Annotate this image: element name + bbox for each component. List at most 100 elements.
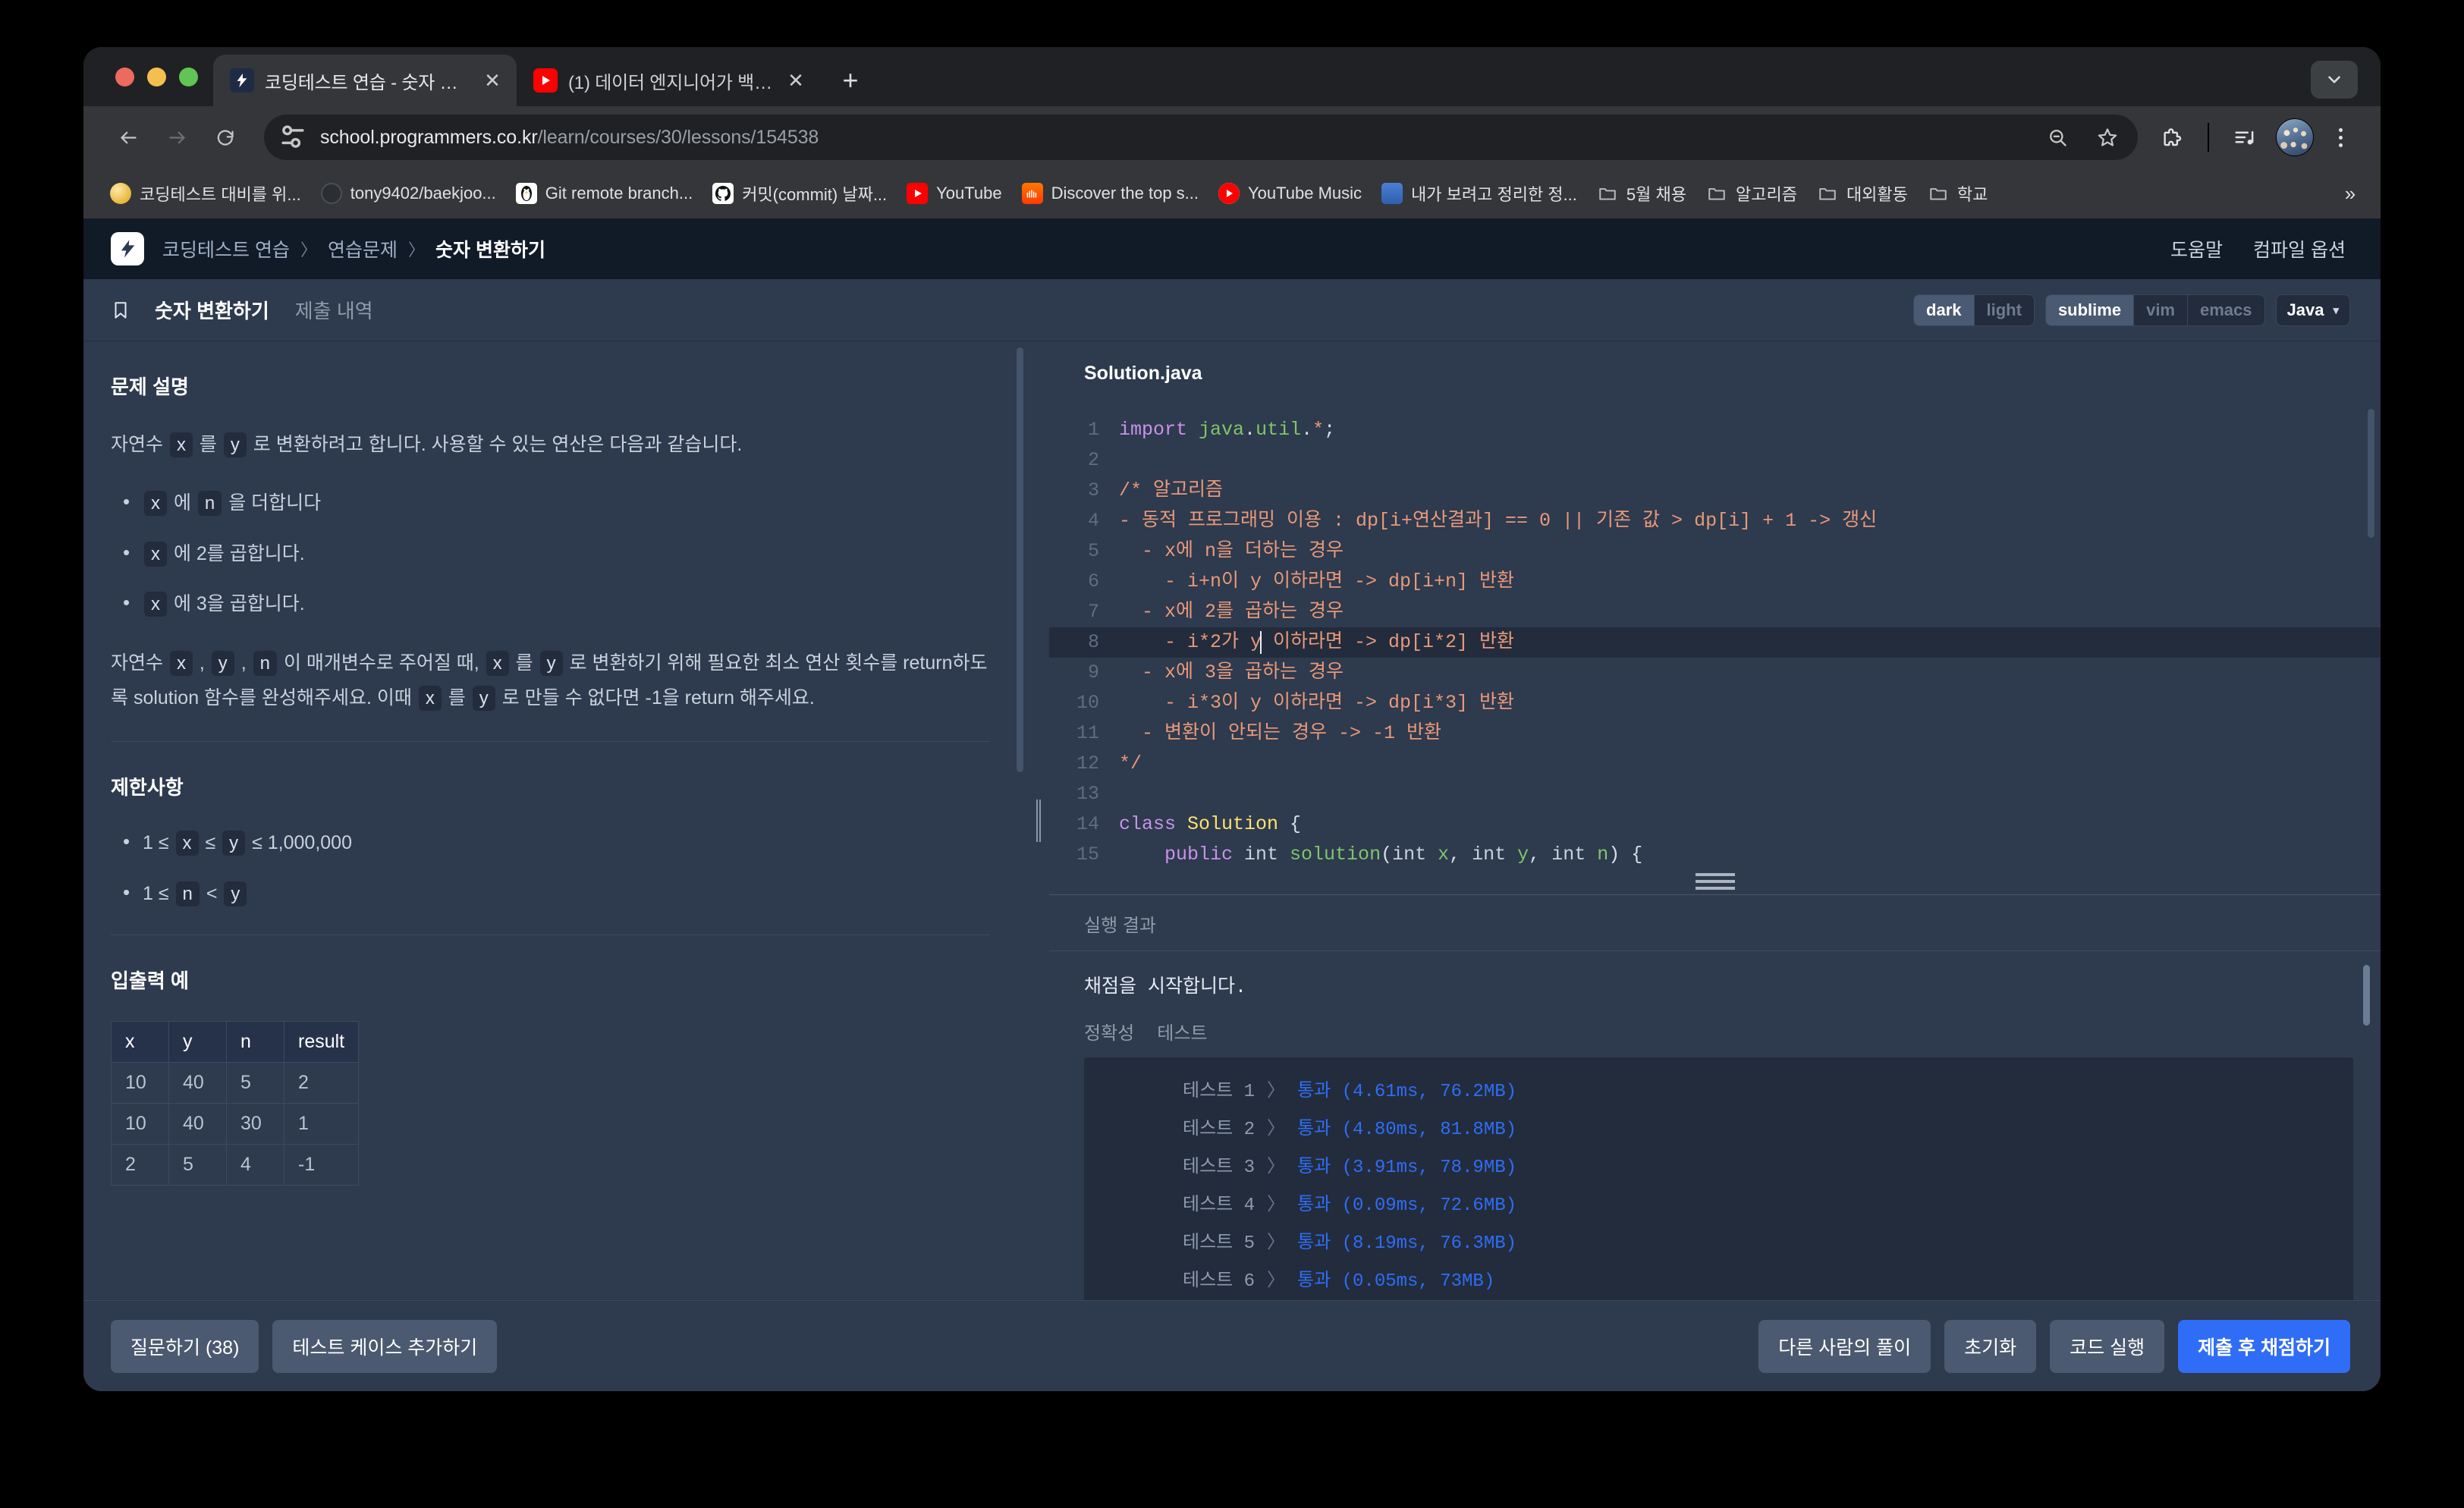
close-window-button[interactable] [115,67,134,86]
minimize-window-button[interactable] [147,67,166,86]
table-row: 10 40 30 1 [111,1103,360,1145]
add-test-case-button[interactable]: 테스트 케이스 추가하기 [272,1319,498,1373]
line-text: */ [1119,752,1142,774]
section-title-constraints: 제한사항 [111,776,184,800]
editor-pane: Solution.java 1 import java.util.*; 2 3 /* 알… [1049,341,2381,1300]
test-result-value: 통과 (0.05ms, 73MB) [1297,1271,1495,1292]
line-number: 5 [1087,540,1099,562]
new-tab-button[interactable]: + [829,59,872,102]
keymap-option-sublime[interactable]: sublime [2045,294,2134,325]
extensions-icon[interactable] [2150,115,2194,159]
result-scrollbar[interactable] [2363,965,2370,1026]
code-line: 11 - 변환이 안되는 경우 -> -1 반환 [1049,718,2381,749]
bookmark-folder[interactable]: 학교 [1919,175,1996,212]
language-select[interactable]: Java ▾ [2275,294,2350,326]
keymap-option-vim[interactable]: vim [2133,294,2187,325]
text: ≤ [200,832,222,854]
text: 1 ≤ [143,882,174,904]
result-tab-test[interactable]: 테스트 [1157,1018,1207,1045]
other-solutions-button[interactable]: 다른 사람의 풀이 [1758,1319,1931,1373]
tab-search-chevron-icon[interactable] [2311,61,2358,99]
bookmarks-overflow-button[interactable]: » [2334,177,2367,210]
text: 자연수 [111,434,168,455]
close-icon[interactable]: ✕ [480,68,504,93]
browser-tab-2[interactable]: (1) 데이터 엔지니어가 백엔드부터 ✕ [517,55,820,106]
media-playlist-icon[interactable] [2223,115,2267,159]
site-settings-icon[interactable] [276,121,310,154]
line-number: 1 [1087,419,1099,441]
back-button[interactable] [106,115,150,159]
theme-option-dark[interactable]: dark [1914,294,1974,325]
avatar[interactable] [2276,118,2314,156]
breadcrumb-item-1[interactable]: 연습문제 [328,235,398,262]
code-line: 13 [1049,779,2381,809]
reload-button[interactable] [203,115,247,159]
reset-button[interactable]: 초기화 [1944,1319,2037,1373]
bookmark-item[interactable]: Discover the top s... [1014,177,1207,210]
tab-problem[interactable]: 숫자 변환하기 [153,291,271,328]
forward-button[interactable] [155,115,199,159]
zoom-out-icon[interactable] [2038,118,2077,157]
description-scrollbar[interactable] [1017,347,1023,772]
help-link[interactable]: 도움말 [2170,235,2223,262]
tab-strip: 코딩테스트 연습 - 숫자 변환하기 | ✕ (1) 데이터 엔지니어가 백엔드… [83,47,2381,106]
browser-menu-button[interactable] [2318,115,2362,159]
bookmark-item[interactable]: 내가 보려고 정리한 정... [1373,175,1586,212]
line-text: - 변환이 안되는 경우 -> -1 반환 [1119,722,1442,744]
ask-question-button[interactable]: 질문하기 (38) [111,1319,259,1373]
bookmark-folder[interactable]: 알고리즘 [1698,175,1806,212]
table-row: 10 40 5 2 [111,1062,360,1104]
browser-tab-1[interactable]: 코딩테스트 연습 - 숫자 변환하기 | ✕ [213,55,517,106]
bookmark-flag-icon[interactable] [111,298,130,322]
submit-and-grade-button[interactable]: 제출 후 채점하기 [2178,1319,2350,1373]
run-code-button[interactable]: 코드 실행 [2050,1319,2165,1373]
bookmark-item[interactable]: 커밋(commit) 날짜... [704,175,895,212]
breadcrumb-item-0[interactable]: 코딩테스트 연습 [162,235,290,262]
code-content[interactable]: 1 import java.util.*; 2 3 /* 알고리즘 4 - 동적 프로그래밍… [1049,401,2381,870]
io-example-table: x y n result 10 40 5 2 10 40 30 1 2 5 4 … [111,1021,360,1186]
text: , [193,652,210,674]
constraints-list: 1 ≤ x ≤ y ≤ 1,000,000 1 ≤ n < y [111,826,990,909]
list-item: x 에 3을 곱합니다. [111,587,990,619]
address-bar[interactable]: school.programmers.co.kr/learn/courses/3… [264,115,2138,160]
browser-tab-2-title: (1) 데이터 엔지니어가 백엔드부터 [568,72,773,93]
test-result-row: 테스트 6 〉 통과 (0.05ms, 73MB) [1084,1259,2353,1297]
bookmark-item[interactable]: YouTube [898,177,1010,210]
editor-resize-handle[interactable] [1695,873,1735,890]
keymap-option-emacs[interactable]: emacs [2187,294,2264,325]
bookmark-folder[interactable]: 대외활동 [1809,175,1916,212]
line-text: public int solution(int x, int y, int n)… [1119,844,1643,866]
line-text: - 동적 프로그래밍 이용 : dp[i+연산결과] == 0 || 기존 값 … [1119,510,1878,532]
bookmark-folder[interactable]: 5월 채용 [1589,175,1695,212]
list-item: 1 ≤ n < y [111,877,990,909]
bookmark-star-icon[interactable] [2088,118,2127,157]
bookmark-item[interactable]: tony9402/baekjoo... [313,177,504,210]
folder-icon [1597,183,1618,204]
test-result-row: 테스트 4 〉 통과 (0.09ms, 72.6MB) [1084,1183,2353,1221]
line-number: 6 [1087,570,1099,592]
test-result-list: 테스트 1 〉 통과 (4.61ms, 76.2MB) 테스트 2 〉 통과 (4.80m… [1084,1057,2353,1300]
site-header: 코딩테스트 연습 〉 연습문제 〉 숫자 변환하기 도움말 컴파일 옵션 [83,218,2381,279]
inline-code: n [175,881,200,906]
bookmark-item[interactable]: 코딩테스트 대비를 위... [102,175,310,212]
text: 를 [442,686,471,708]
compile-options-link[interactable]: 컴파일 옵션 [2253,235,2346,262]
bookmark-item[interactable]: YouTube Music [1210,177,1370,210]
editor-scrollbar[interactable] [2368,409,2374,538]
pane-splitter[interactable] [1028,341,1049,1300]
execution-result-label: 실행 결과 [1049,895,2381,951]
test-result-value: 통과 (4.80ms, 81.8MB) [1297,1120,1517,1140]
programmers-logo-icon[interactable] [111,232,144,265]
theme-option-light[interactable]: light [1973,294,2034,325]
inline-code: x [144,541,167,567]
close-icon[interactable]: ✕ [784,68,808,93]
bookmark-item[interactable]: Git remote branch... [508,177,701,210]
note-icon [1381,183,1403,204]
code-editor[interactable]: 1 import java.util.*; 2 3 /* 알고리즘 4 - 동적 프로그래밍… [1049,401,2381,895]
line-number: 15 [1076,844,1099,866]
maximize-window-button[interactable] [179,67,198,86]
text: 를 [193,434,222,455]
inline-code: x [144,592,167,617]
tab-submissions[interactable]: 제출 내역 [294,291,375,328]
result-tab-accuracy[interactable]: 정확성 [1084,1018,1134,1045]
